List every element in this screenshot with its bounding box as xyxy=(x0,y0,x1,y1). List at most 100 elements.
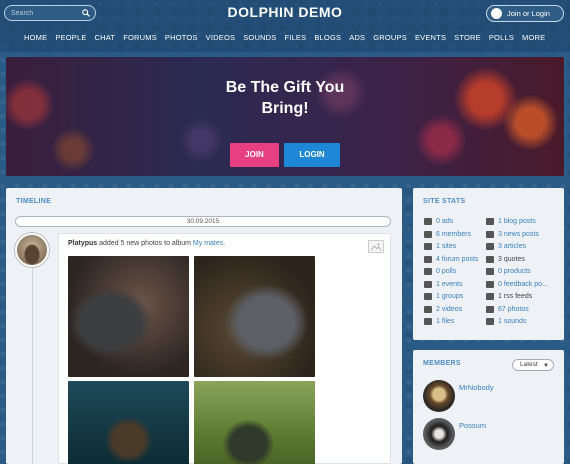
stat-item[interactable]: 1 files xyxy=(424,317,486,326)
sites-icon xyxy=(424,243,432,250)
videos-icon xyxy=(424,305,432,313)
stat-label: 0 feedback po... xyxy=(498,280,548,288)
members-filter-dropdown[interactable]: Latest ▼ xyxy=(512,359,554,371)
files-icon xyxy=(424,318,432,325)
stat-label: 4 forum posts xyxy=(436,255,479,263)
stat-item[interactable]: 1 sites xyxy=(424,242,486,251)
stat-item[interactable]: 1 events xyxy=(424,280,486,289)
groups-icon xyxy=(424,293,432,300)
stat-label: 1 groups xyxy=(436,293,464,300)
nav-item-videos[interactable]: VIDEOS xyxy=(206,33,236,45)
member-row[interactable]: Possum xyxy=(423,418,553,450)
post-text: Platypus added 5 new photos to album My … xyxy=(68,240,225,247)
nav-item-chat[interactable]: CHAT xyxy=(95,33,116,45)
user-icon xyxy=(491,8,502,19)
events-icon xyxy=(424,280,432,288)
stat-item[interactable]: 6 members xyxy=(424,230,486,239)
stat-item[interactable]: 1 groups xyxy=(424,292,486,301)
stat-label: 1 sounds xyxy=(498,318,527,325)
stat-item[interactable]: 3 quotes xyxy=(486,255,552,264)
site-stats-grid: 0 ads 1 blog posts 6 members 3 news posts 1 … xyxy=(424,217,559,326)
nav-item-store[interactable]: STORE xyxy=(454,33,481,45)
ads-icon xyxy=(424,218,432,225)
member-row[interactable]: MrNobody xyxy=(423,380,553,412)
quotes-icon xyxy=(486,255,494,263)
members-filter-value: Latest xyxy=(520,361,538,368)
stat-item[interactable]: 1 rss feeds xyxy=(486,292,552,301)
search-icon[interactable] xyxy=(82,9,90,17)
album-photo[interactable] xyxy=(68,256,189,377)
stat-item[interactable]: 0 polls xyxy=(424,267,486,276)
member-name[interactable]: MrNobody xyxy=(459,383,494,392)
members-panel: MEMBERS Latest ▼ MrNobody Possum xyxy=(413,350,564,464)
stat-item[interactable]: 0 ads xyxy=(424,217,486,226)
stat-item[interactable]: 3 articles xyxy=(486,242,552,251)
nav-item-blogs[interactable]: BLOGS xyxy=(314,33,341,45)
timeline-date: 30.09.2015 xyxy=(15,216,391,227)
stat-item[interactable]: 67 photos xyxy=(486,305,552,314)
members-icon xyxy=(424,230,432,238)
nav-item-files[interactable]: FILES xyxy=(285,33,307,45)
image-icon xyxy=(368,240,384,253)
nav-item-groups[interactable]: GROUPS xyxy=(373,33,407,45)
stat-item[interactable]: 1 sounds xyxy=(486,317,552,326)
post-action: added 5 new photos to album xyxy=(97,240,193,247)
site-stats-title: SITE STATS xyxy=(423,198,466,205)
sounds-icon xyxy=(486,318,494,325)
stat-label: 0 polls xyxy=(436,268,457,275)
stat-item[interactable]: 0 products xyxy=(486,267,552,276)
stat-label: 2 videos xyxy=(436,305,463,313)
nav-item-more[interactable]: MORE xyxy=(522,33,545,45)
search-box[interactable] xyxy=(4,5,96,21)
articles-icon xyxy=(486,243,494,250)
stat-label: 0 ads xyxy=(436,218,454,225)
stat-item[interactable]: 4 forum posts xyxy=(424,255,486,264)
stat-label: 1 sites xyxy=(436,243,457,250)
stat-label: 0 products xyxy=(498,268,531,275)
timeline-title: TIMELINE xyxy=(16,198,52,205)
join-login-button[interactable]: Join or Login xyxy=(486,5,564,22)
nav-item-photos[interactable]: PHOTOS xyxy=(165,33,198,45)
stat-item[interactable]: 0 feedback po... xyxy=(486,280,552,289)
site-stats-panel: SITE STATS 0 ads 1 blog posts 6 members 3 n… xyxy=(413,188,564,340)
stat-label: 67 photos xyxy=(498,305,529,313)
nav-item-polls[interactable]: POLLS xyxy=(489,33,514,45)
forum-icon xyxy=(424,255,432,263)
post-album-link[interactable]: My mates. xyxy=(193,240,225,247)
album-photo[interactable] xyxy=(194,256,315,377)
stat-label: 1 events xyxy=(436,280,463,288)
member-avatar[interactable] xyxy=(423,380,455,412)
rss-icon xyxy=(486,293,494,300)
nav-item-forums[interactable]: FORUMS xyxy=(123,33,157,45)
main-nav: HOME PEOPLE CHAT FORUMS PHOTOS VIDEOS SOUNDS FI… xyxy=(24,33,545,45)
search-input[interactable] xyxy=(11,7,77,19)
member-avatar[interactable] xyxy=(423,418,455,450)
member-name[interactable]: Possum xyxy=(459,421,486,430)
nav-item-ads[interactable]: ADS xyxy=(349,33,365,45)
post-author[interactable]: Platypus xyxy=(68,240,97,247)
news-icon xyxy=(486,230,494,238)
feedback-icon xyxy=(486,280,494,288)
nav-item-events[interactable]: EVENTS xyxy=(415,33,446,45)
album-photo[interactable] xyxy=(194,381,315,464)
stat-item[interactable]: 1 blog posts xyxy=(486,217,552,226)
album-photo[interactable] xyxy=(68,381,189,464)
top-bar: DOLPHIN DEMO Join or Login HOMEPEOPLECHA… xyxy=(0,0,570,52)
nav-item-sounds[interactable]: SOUNDS xyxy=(243,33,276,45)
stat-label: 1 rss feeds xyxy=(498,293,533,300)
stat-item[interactable]: 2 videos xyxy=(424,305,486,314)
stat-label: 6 members xyxy=(436,230,472,238)
timeline-line xyxy=(32,258,33,464)
stat-label: 1 files xyxy=(436,318,455,325)
hero-join-button[interactable]: JOIN xyxy=(230,143,279,167)
stat-label: 3 quotes xyxy=(498,255,525,263)
nav-item-people[interactable]: PEOPLE xyxy=(55,33,86,45)
hero-login-button[interactable]: LOGIN xyxy=(284,143,340,167)
nav-item-home[interactable]: HOME xyxy=(24,33,47,45)
members-title: MEMBERS xyxy=(423,360,461,367)
chevron-down-icon: ▼ xyxy=(543,363,549,369)
stat-item[interactable]: 3 news posts xyxy=(486,230,552,239)
post-author-avatar[interactable] xyxy=(15,233,49,267)
timeline-panel: TIMELINE 30.09.2015 Platypus added 5 new… xyxy=(6,188,402,464)
stat-label: 3 news posts xyxy=(498,230,539,238)
